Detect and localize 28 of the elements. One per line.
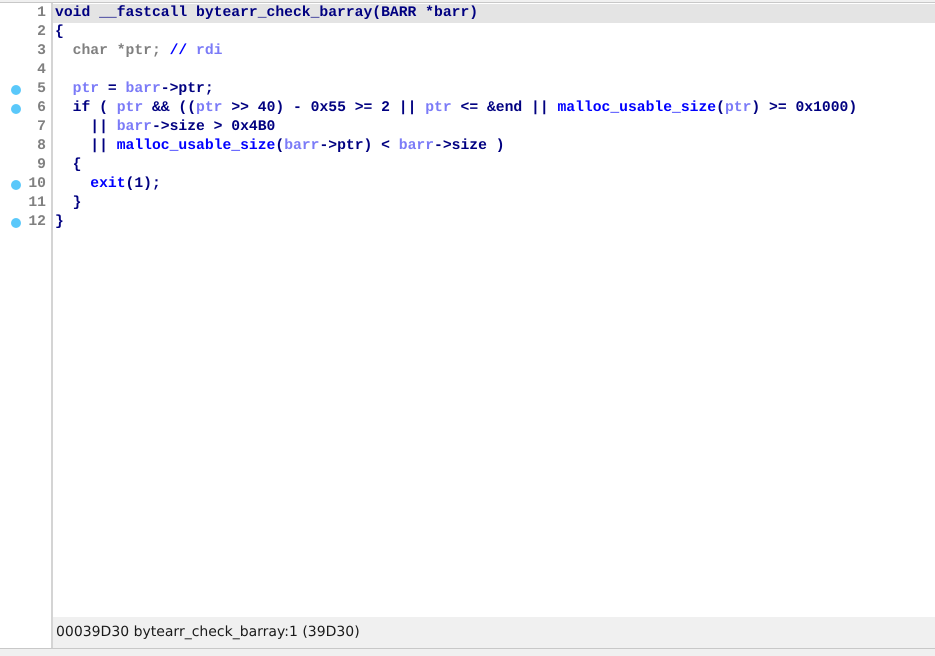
line-number: 6 (37, 99, 46, 118)
code-line: { (72, 157, 82, 173)
code-line: || malloc_usable_size(barr->ptr) < barr->size ) (89, 138, 505, 154)
status-text: 00039D30 bytearr_check_barray:1 (39D30) (56, 623, 360, 642)
code-line: { (55, 24, 64, 40)
line-number: 7 (37, 118, 46, 137)
breakpoint-icon[interactable] (11, 104, 21, 114)
code-line: if ( ptr && ((ptr >> 40) - 0x55 >= 2 || ptr <= &end || malloc_usable_size(ptr) >= 0x1000) (72, 100, 858, 116)
line-number: 3 (37, 42, 46, 61)
code-line: ptr = barr->ptr; (72, 81, 214, 97)
breakpoint-icon[interactable] (11, 180, 21, 190)
line-number: 2 (37, 23, 46, 42)
code-line: char *ptr; // rdi (72, 43, 222, 59)
breakpoint-icon[interactable] (11, 218, 21, 228)
line-number: 4 (37, 61, 46, 80)
line-number: 8 (37, 137, 46, 156)
code-line: } (55, 214, 64, 230)
line-number: 10 (28, 175, 46, 194)
line-number: 9 (37, 156, 46, 175)
line-number: 1 (37, 4, 46, 23)
code-line: exit(1); (89, 176, 161, 192)
code-line: || barr->size > 0x4B0 (89, 119, 276, 135)
breakpoint-icon[interactable] (11, 84, 21, 94)
line-number: 5 (37, 80, 46, 99)
line-number: 11 (28, 194, 46, 213)
code-line: } (72, 195, 82, 211)
line-number: 12 (28, 213, 46, 232)
code-line: void __fastcall bytearr_check_barray(BARR *barr) (55, 5, 478, 21)
